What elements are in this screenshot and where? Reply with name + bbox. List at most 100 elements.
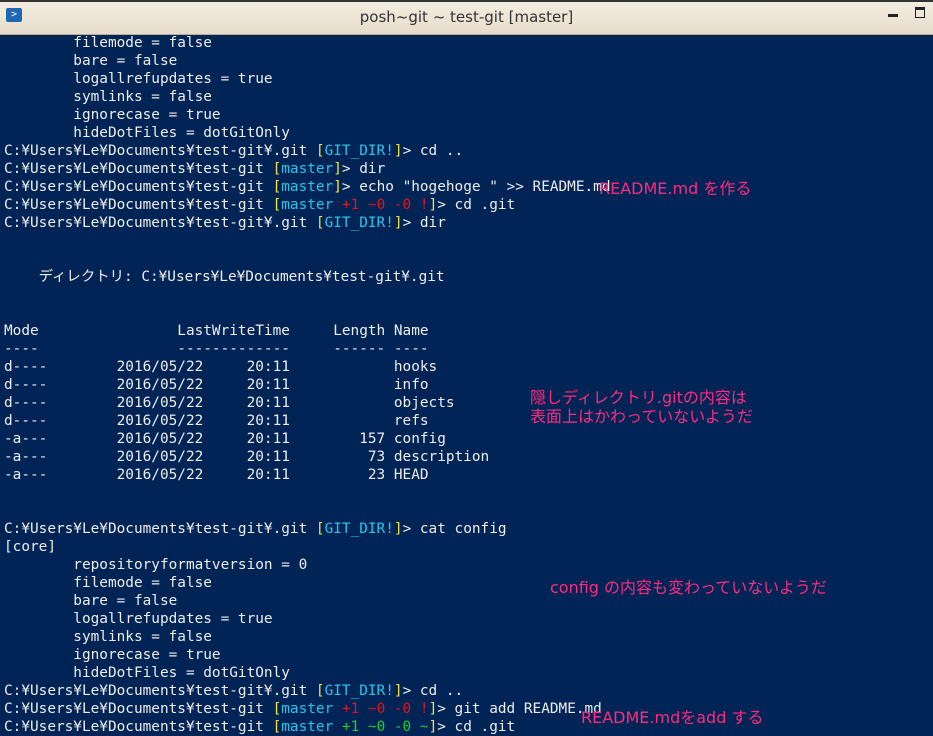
- console-line: d---- 2016/05/22 20:11 refs: [4, 412, 429, 430]
- console-text: d---- 2016/05/22 20:11 info: [4, 377, 429, 393]
- console-text: hideDotFiles = dotGitOnly: [4, 665, 290, 681]
- console-text: C:¥Users¥Le¥Documents¥test-git¥.git: [4, 143, 316, 159]
- console-line: Mode LastWriteTime Length Name: [4, 322, 429, 340]
- console-text: +1 ~0 -0 !: [333, 701, 429, 717]
- console-text: [: [315, 683, 325, 699]
- minimize-button[interactable]: [883, 4, 903, 20]
- console-text: -a--- 2016/05/22 20:11 23 HEAD: [4, 467, 429, 483]
- console-text: -a--- 2016/05/22 20:11 157 config: [4, 431, 446, 447]
- console-text: > dir: [341, 161, 386, 177]
- console-text: > cd .git: [437, 719, 516, 735]
- console-text: d---- 2016/05/22 20:11 objects: [4, 395, 455, 411]
- console-text: ---- ------------- ------ ----: [4, 341, 429, 357]
- console-text: symlinks = false: [4, 89, 212, 105]
- console-text: logallrefupdates = true: [4, 611, 273, 627]
- console-text: [: [272, 701, 282, 717]
- console-line: C:¥Users¥Le¥Documents¥test-git¥.git [GIT…: [4, 142, 463, 160]
- console-text: bare = false: [4, 593, 178, 609]
- console-line: C:¥Users¥Le¥Documents¥test-git¥.git [GIT…: [4, 214, 446, 232]
- console-text: C:¥Users¥Le¥Documents¥test-git: [4, 719, 273, 735]
- console-line: -a--- 2016/05/22 20:11 157 config: [4, 430, 446, 448]
- console-line: hideDotFiles = dotGitOnly: [4, 664, 290, 682]
- console-text: bare = false: [4, 53, 178, 69]
- console-line: C:¥Users¥Le¥Documents¥test-git¥.git [GIT…: [4, 682, 463, 700]
- console-text: +1 ~0 -0 !: [333, 197, 429, 213]
- console-text: ]: [333, 161, 342, 177]
- console-text: master: [281, 179, 334, 195]
- console-line: C:¥Users¥Le¥Documents¥test-git [master +…: [4, 196, 515, 214]
- title-bar-edge: [0, 0, 933, 2]
- console-text: ]: [393, 521, 403, 537]
- console-line: [core]: [4, 538, 56, 556]
- console-text: GIT_DIR!: [324, 215, 394, 231]
- console-text: d---- 2016/05/22 20:11 refs: [4, 413, 429, 429]
- console-text: filemode = false: [4, 575, 212, 591]
- maximize-button[interactable]: [910, 4, 930, 20]
- annotation-hidden-dir-line1: 隠しディレクトリ.gitの内容は: [530, 388, 747, 407]
- console-text: > cd ..: [402, 143, 464, 159]
- console-line: ignorecase = true: [4, 106, 221, 124]
- console-line: ---- ------------- ------ ----: [4, 340, 429, 358]
- console-text: -a--- 2016/05/22 20:11 73 description: [4, 449, 490, 465]
- annotation-readme-create: README.md を作る: [599, 179, 752, 198]
- console-line: hideDotFiles = dotGitOnly: [4, 124, 290, 142]
- console-line: filemode = false: [4, 34, 212, 52]
- console-text: [core]: [4, 539, 56, 555]
- console-text: > echo "hogehoge " >> README.md: [341, 179, 611, 195]
- console-line: symlinks = false: [4, 88, 212, 106]
- console-line: bare = false: [4, 592, 177, 610]
- title-bar[interactable]: > posh~git ~ test-git [master]: [0, 0, 933, 35]
- console-text: ]: [393, 215, 403, 231]
- console-line: -a--- 2016/05/22 20:11 23 HEAD: [4, 466, 429, 484]
- console-line: logallrefupdates = true: [4, 610, 273, 628]
- console-text: +1 ~0 -0 ~: [333, 719, 429, 735]
- annotation-readme-add: README.mdをadd する: [581, 708, 764, 727]
- window-title: posh~git ~ test-git [master]: [359, 8, 574, 26]
- console-text: Mode LastWriteTime Length Name: [4, 323, 429, 339]
- console-text: ]: [393, 683, 403, 699]
- console-text: ディレクトリ: C:¥Users¥Le¥Documents¥test-git¥.…: [4, 269, 445, 285]
- console-text: C:¥Users¥Le¥Documents¥test-git¥.git: [4, 521, 316, 537]
- console-line: repositoryformatversion = 0: [4, 556, 307, 574]
- console-text: C:¥Users¥Le¥Documents¥test-git: [4, 701, 273, 717]
- annotation-hidden-dir-line2: 表面上はかわっていないようだ: [530, 407, 753, 426]
- console-text: > cd ..: [402, 683, 464, 699]
- console-text: [: [315, 521, 325, 537]
- console-line: d---- 2016/05/22 20:11 objects: [4, 394, 455, 412]
- console-line: C:¥Users¥Le¥Documents¥test-git [master +…: [4, 718, 515, 736]
- console-line: ディレクトリ: C:¥Users¥Le¥Documents¥test-git¥.…: [4, 268, 445, 286]
- console-text: ]: [333, 179, 342, 195]
- console-text: master: [281, 701, 334, 717]
- console-line: C:¥Users¥Le¥Documents¥test-git [master]>…: [4, 178, 611, 196]
- console-text: [: [272, 197, 282, 213]
- console-text: > cd .git: [437, 197, 516, 213]
- console-text: C:¥Users¥Le¥Documents¥test-git: [4, 179, 273, 195]
- console-text: ignorecase = true: [4, 107, 221, 123]
- console-text: GIT_DIR!: [324, 143, 394, 159]
- console-line: d---- 2016/05/22 20:11 info: [4, 376, 429, 394]
- console-text: ignorecase = true: [4, 647, 221, 663]
- console-output[interactable]: filemode = false bare = false logallrefu…: [4, 34, 933, 735]
- console-text: filemode = false: [4, 35, 212, 51]
- console-text: [: [272, 179, 282, 195]
- console-text: [: [272, 161, 282, 177]
- console-line: C:¥Users¥Le¥Documents¥test-git [master +…: [4, 700, 602, 718]
- console-text: master: [281, 161, 334, 177]
- console-line: ignorecase = true: [4, 646, 221, 664]
- console-text: master: [281, 719, 334, 735]
- console-text: C:¥Users¥Le¥Documents¥test-git¥.git: [4, 683, 316, 699]
- console-line: symlinks = false: [4, 628, 212, 646]
- console-line: -a--- 2016/05/22 20:11 73 description: [4, 448, 489, 466]
- console-line: C:¥Users¥Le¥Documents¥test-git¥.git [GIT…: [4, 520, 507, 538]
- console-line: filemode = false: [4, 574, 212, 592]
- console-text: logallrefupdates = true: [4, 71, 273, 87]
- console-text: [: [272, 719, 282, 735]
- console-text: ]: [428, 719, 438, 735]
- console-text: GIT_DIR!: [324, 683, 394, 699]
- console-text: > dir: [402, 215, 446, 231]
- console-text: > git add README.md: [437, 701, 602, 717]
- console-text: ]: [428, 701, 438, 717]
- console-text: > cat config: [402, 521, 507, 537]
- console-line: logallrefupdates = true: [4, 70, 273, 88]
- console-text: GIT_DIR!: [324, 521, 394, 537]
